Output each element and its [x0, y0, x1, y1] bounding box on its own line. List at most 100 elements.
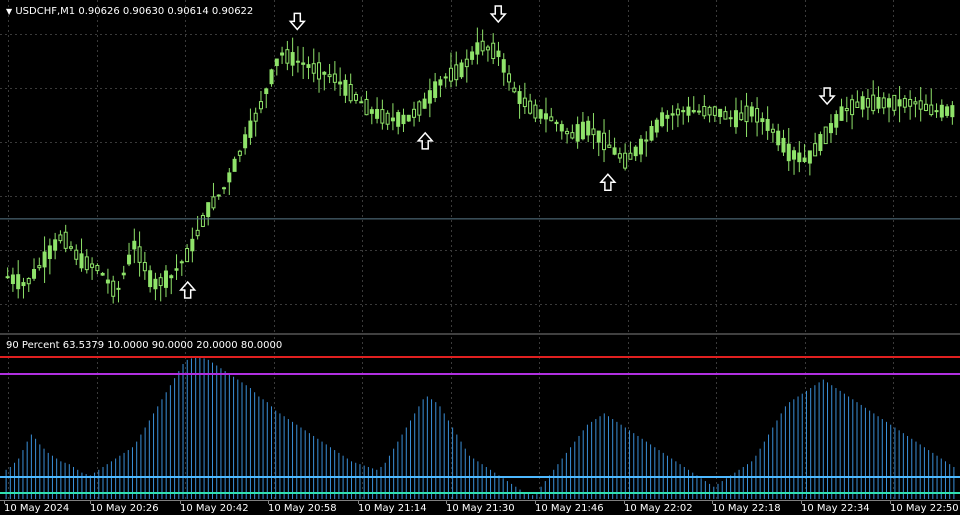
- candle-body: [58, 234, 63, 242]
- candle-body: [412, 108, 417, 118]
- candle-body: [42, 251, 47, 268]
- candle-body: [100, 272, 105, 276]
- candle-body: [5, 276, 10, 279]
- candle-body: [897, 99, 902, 107]
- candle-body: [63, 231, 68, 249]
- candle-body: [248, 120, 253, 138]
- candle-body: [190, 238, 195, 252]
- candle-body: [163, 270, 168, 288]
- candle-body: [396, 112, 401, 127]
- candle-body: [786, 143, 791, 162]
- candle-body: [332, 73, 337, 83]
- candle-body: [153, 278, 158, 290]
- candle-body: [681, 110, 686, 113]
- candle-body: [137, 246, 142, 263]
- down-arrow-signal-icon: [489, 5, 507, 24]
- candle-body: [459, 62, 464, 78]
- candle-body: [559, 124, 564, 132]
- candle-body: [269, 69, 274, 85]
- candle-body: [580, 121, 585, 140]
- candle-body: [939, 104, 944, 118]
- candle-body: [364, 98, 369, 116]
- candle-body: [538, 109, 543, 119]
- candle-body: [702, 106, 707, 117]
- candle-body: [211, 196, 216, 209]
- candle-body: [733, 110, 738, 128]
- candle-body: [813, 143, 818, 157]
- candle-body: [834, 114, 839, 128]
- candle-body: [438, 79, 443, 86]
- down-arrow-signal-icon: [288, 12, 306, 31]
- candle-body: [200, 215, 205, 227]
- arrow-shape: [489, 5, 507, 24]
- candle-body: [369, 109, 374, 114]
- candle-body: [32, 269, 37, 279]
- candle-body: [285, 49, 290, 64]
- candle-body: [818, 134, 823, 152]
- candle-body: [338, 81, 343, 85]
- candle-body: [90, 263, 95, 268]
- candle-body: [839, 106, 844, 121]
- candle-body: [892, 94, 897, 111]
- candle-body: [945, 106, 950, 116]
- candle-body: [781, 137, 786, 153]
- candle-body: [565, 130, 570, 135]
- candle-body: [10, 274, 15, 285]
- candle-body: [132, 240, 137, 250]
- candle-body: [475, 42, 480, 55]
- time-axis-label: 10 May 21:46: [535, 503, 604, 514]
- candle-body: [517, 91, 522, 104]
- candle-body: [327, 74, 332, 78]
- candle-body: [934, 110, 939, 113]
- candle-body: [586, 120, 591, 136]
- arrow-shape: [818, 87, 836, 106]
- candle-body: [195, 229, 200, 237]
- candle-body: [707, 106, 712, 116]
- candle-body: [638, 138, 643, 155]
- candle-body: [765, 118, 770, 131]
- collapse-triangle-icon[interactable]: ▼: [6, 7, 12, 16]
- candle-body: [232, 158, 237, 172]
- candle-body: [691, 109, 696, 113]
- time-axis-label: 10 May 22:18: [712, 503, 781, 514]
- candle-body: [116, 287, 121, 290]
- candle-body: [570, 132, 575, 139]
- candle-body: [317, 62, 322, 80]
- chart-header: ▼ USDCHF,M1 0.90626 0.90630 0.90614 0.90…: [6, 6, 253, 17]
- candle-body: [274, 58, 279, 67]
- candle-body: [422, 98, 427, 109]
- candle-body: [142, 262, 147, 272]
- candle-body: [591, 128, 596, 136]
- candle-body: [660, 112, 665, 127]
- candle-body: [644, 139, 649, 142]
- candle-body: [881, 97, 886, 109]
- candle-body: [216, 194, 221, 197]
- candle-body: [549, 116, 554, 122]
- up-arrow-signal-icon: [179, 280, 197, 299]
- candle-body: [74, 249, 79, 260]
- time-axis-label: 10 May 20:58: [268, 503, 337, 514]
- candle-body: [353, 94, 358, 101]
- candle-body: [755, 108, 760, 123]
- candle-body: [522, 97, 527, 108]
- candle-body: [633, 146, 638, 157]
- candle-body: [79, 253, 84, 269]
- candle-body: [306, 64, 311, 68]
- candle-body: [359, 101, 364, 104]
- candle-body: [21, 282, 26, 287]
- time-axis-label: 10 May 2024: [4, 503, 70, 514]
- candle-body: [84, 256, 89, 271]
- candle-body: [929, 104, 934, 116]
- candle-body: [723, 111, 728, 120]
- candle-body: [496, 50, 501, 58]
- candle-body: [823, 126, 828, 145]
- candle-body: [264, 88, 269, 95]
- candle-body: [47, 245, 52, 260]
- time-axis-label: 10 May 22:34: [801, 503, 870, 514]
- indicator-header: 90 Percent 63.5379 10.0000 90.0000 20.00…: [6, 340, 283, 351]
- time-axis-label: 10 May 20:42: [180, 503, 249, 514]
- candle-body: [280, 52, 285, 56]
- candle-body: [718, 108, 723, 118]
- chart-svg: [0, 0, 960, 504]
- candle-body: [739, 112, 744, 121]
